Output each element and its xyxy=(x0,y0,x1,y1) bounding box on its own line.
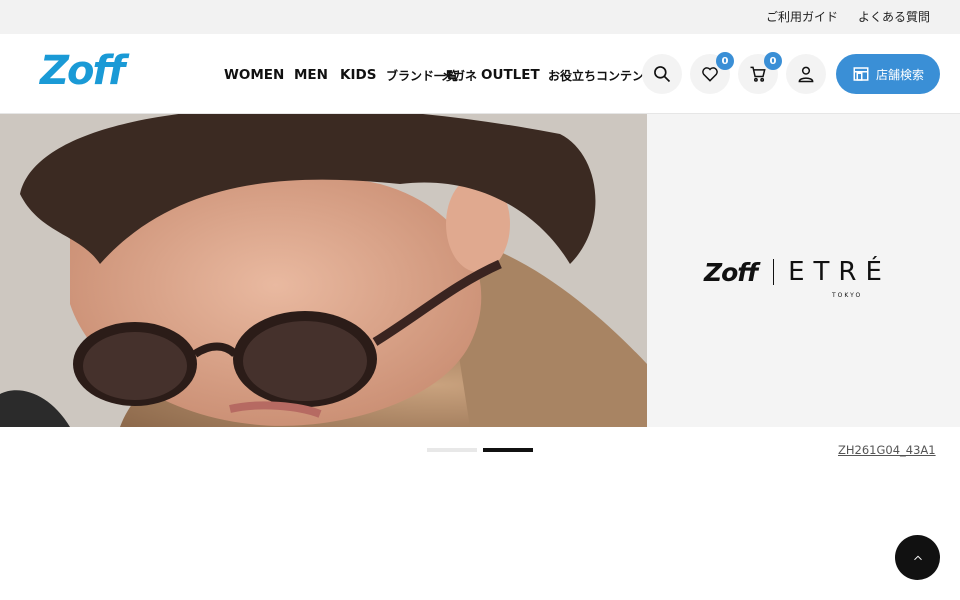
brand-panel: Zoff ETRÉ TOKYO xyxy=(647,114,960,427)
hero-photo xyxy=(0,114,647,427)
utility-bar: ご利用ガイド よくある質問 xyxy=(0,0,960,34)
hero-banner[interactable]: Zoff ETRÉ TOKYO xyxy=(0,114,960,427)
zoff-logo[interactable]: Zoff xyxy=(40,48,125,94)
faq-link[interactable]: よくある質問 xyxy=(858,8,930,25)
cart-button[interactable]: 0 xyxy=(738,52,782,94)
account-button[interactable] xyxy=(786,54,826,94)
nav-women[interactable]: WOMEN xyxy=(224,67,284,83)
search-button[interactable] xyxy=(642,54,682,94)
user-icon xyxy=(798,66,814,83)
wishlist-count-badge: 0 xyxy=(716,52,734,70)
cart-count-badge: 0 xyxy=(764,52,782,70)
brand-zoff-text: Zoff xyxy=(704,257,758,287)
brand-tokyo-text: TOKYO xyxy=(832,292,863,299)
store-search-label: 店舗検索 xyxy=(875,67,924,82)
store-search-button[interactable]: 店舗検索 xyxy=(836,54,940,94)
model-with-sunglasses-illustration xyxy=(0,114,647,427)
nav-men[interactable]: MEN xyxy=(294,67,328,83)
search-icon xyxy=(654,66,671,83)
guide-link[interactable]: ご利用ガイド xyxy=(766,8,838,25)
nav-kids[interactable]: KIDS xyxy=(340,67,376,83)
heart-icon xyxy=(702,67,718,82)
nav-outlet[interactable]: OUTLET xyxy=(481,67,540,83)
nav-glasses[interactable]: メガネ xyxy=(441,67,477,84)
cart-icon xyxy=(750,66,766,82)
carousel-dot-1[interactable] xyxy=(427,448,477,452)
product-code-link[interactable]: ZH261G04_43A1 xyxy=(838,443,936,457)
carousel-dot-2-active[interactable] xyxy=(483,448,533,452)
site-header: Zoff WOMEN MEN KIDS ブランド一覧 メガネ OUTLET お役… xyxy=(0,34,960,114)
zoff-etre-logo: Zoff ETRÉ xyxy=(704,257,891,287)
brand-divider xyxy=(773,259,775,285)
brand-etre-text: ETRÉ xyxy=(788,257,891,287)
back-to-top-button[interactable] xyxy=(895,535,940,580)
chevron-up-icon xyxy=(913,555,922,560)
store-icon xyxy=(853,67,869,81)
nav-contents[interactable]: お役立ちコンテンツ xyxy=(548,67,656,84)
wishlist-button[interactable]: 0 xyxy=(690,52,734,94)
